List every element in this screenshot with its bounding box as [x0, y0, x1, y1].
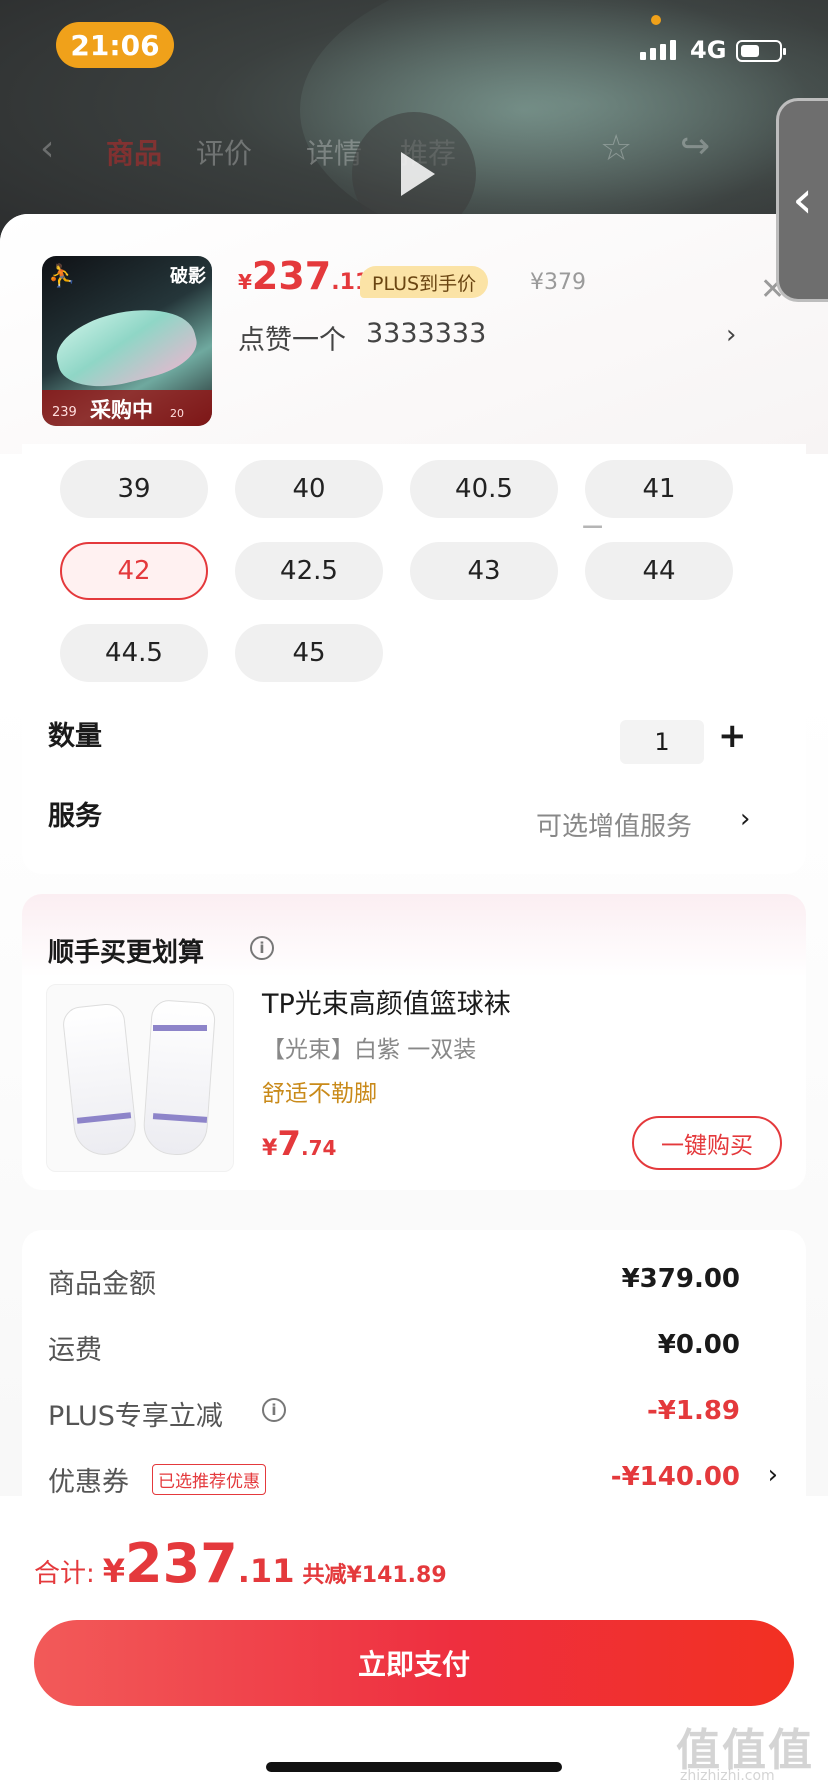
- cross-sell-title: 顺手买更划算: [48, 938, 205, 968]
- size-option-selected[interactable]: 42: [60, 542, 208, 600]
- price-integer: 237: [251, 254, 332, 298]
- tab-product[interactable]: 商品: [106, 132, 162, 172]
- status-time: 21:06: [56, 22, 174, 68]
- shipping-value: ¥0.00: [657, 1330, 740, 1360]
- sock-stripe: [153, 1025, 207, 1031]
- service-value[interactable]: 可选增值服务: [536, 806, 692, 843]
- coupon-value[interactable]: -¥140.00: [611, 1462, 740, 1492]
- cross-sell-price-decimal: .74: [300, 1136, 337, 1160]
- cross-sell-name[interactable]: TP光束高颜值篮球袜: [262, 982, 511, 1021]
- quantity-decrease-button[interactable]: −: [580, 509, 605, 544]
- favorite-icon[interactable]: ☆: [600, 128, 632, 169]
- spec-label-a: 点赞一个: [238, 325, 346, 356]
- total-savings: 共减¥141.89: [302, 1563, 447, 1588]
- sock-right-shape: [141, 998, 217, 1158]
- selected-spec[interactable]: 点赞一个 3333333: [238, 318, 486, 357]
- size-option[interactable]: 39: [60, 460, 208, 518]
- cross-sell-feature: 舒适不勒脚: [262, 1081, 377, 1107]
- total-decimal: .11: [237, 1552, 295, 1590]
- sock-left-shape: [61, 1002, 139, 1158]
- chevron-right-icon[interactable]: ›: [740, 804, 750, 834]
- plus-discount-label: PLUS专享立减: [48, 1401, 223, 1432]
- privacy-indicator: [651, 15, 661, 25]
- sock-image[interactable]: [46, 984, 234, 1172]
- shoe-image: [49, 296, 203, 398]
- info-icon[interactable]: i: [250, 936, 274, 960]
- cross-sell-price-integer: 7: [277, 1124, 301, 1164]
- status-bar: 21:06 4G: [0, 0, 828, 92]
- coupon-label: 优惠券: [48, 1467, 129, 1498]
- price-currency: ¥: [238, 270, 252, 294]
- total-label: 合计:: [34, 1559, 95, 1589]
- battery-level: [741, 45, 759, 57]
- cross-sell-spec: 【光束】白紫 一双装: [262, 1037, 477, 1063]
- thumb-badge: 采购中: [90, 398, 153, 422]
- signal-icon: [640, 40, 676, 60]
- one-click-buy-button[interactable]: 一键购买: [632, 1116, 782, 1170]
- pay-now-button[interactable]: 立即支付: [34, 1620, 794, 1706]
- product-thumbnail[interactable]: ⛹ 破影 239 20 采购中: [42, 256, 212, 426]
- total-integer: 237: [125, 1532, 238, 1595]
- brand-logo-icon: ⛹: [48, 264, 76, 289]
- chevron-right-icon[interactable]: ›: [726, 320, 736, 350]
- network-type: 4G: [690, 36, 727, 64]
- total-amount: 合计: ¥ 237 .11 共减¥141.89: [34, 1532, 447, 1595]
- thumb-price-left: 239: [52, 405, 77, 420]
- checkout-bar: 合计: ¥ 237 .11 共减¥141.89 立即支付 值值值 zhizhiz…: [0, 1496, 828, 1792]
- thumb-price-right: 20: [170, 407, 184, 420]
- size-option[interactable]: 43: [410, 542, 558, 600]
- size-option[interactable]: 41: [585, 460, 733, 518]
- product-price: ¥ 237 .11: [238, 254, 370, 304]
- coupon-tag: 已选推荐优惠: [152, 1464, 266, 1495]
- original-price: ¥379: [530, 270, 586, 295]
- size-option[interactable]: 45: [235, 624, 383, 682]
- chevron-right-icon[interactable]: ›: [768, 1460, 778, 1490]
- size-option[interactable]: 40.5: [410, 460, 558, 518]
- quantity-label: 数量: [48, 721, 102, 752]
- back-icon[interactable]: ‹: [40, 128, 54, 169]
- tab-reviews[interactable]: 评价: [196, 132, 252, 172]
- size-option[interactable]: 44.5: [60, 624, 208, 682]
- quantity-stepper[interactable]: 1: [620, 720, 704, 764]
- info-icon[interactable]: i: [262, 1398, 286, 1422]
- total-currency: ¥: [102, 1552, 126, 1590]
- thumb-title: 破影: [170, 266, 206, 287]
- shipping-label: 运费: [48, 1335, 102, 1366]
- size-option[interactable]: 40: [235, 460, 383, 518]
- goods-amount-value: ¥379.00: [621, 1264, 740, 1294]
- plus-discount-value: -¥1.89: [646, 1396, 740, 1426]
- home-indicator[interactable]: [266, 1762, 562, 1772]
- battery-icon: [736, 40, 786, 62]
- size-option[interactable]: 42.5: [235, 542, 383, 600]
- cross-sell-price-currency: ¥: [262, 1136, 278, 1161]
- spec-label-b: 3333333: [366, 318, 487, 349]
- cross-sell-price: ¥ 7 .74: [262, 1124, 336, 1164]
- watermark-url: zhizhizhi.com: [680, 1768, 775, 1784]
- thumb-price-bar: 239 20 采购中: [42, 390, 212, 426]
- service-label: 服务: [48, 801, 102, 832]
- plus-price-tag: PLUS到手价: [360, 266, 489, 298]
- size-option[interactable]: 44: [585, 542, 733, 600]
- share-icon[interactable]: ↪: [680, 126, 710, 167]
- price-breakdown-card: 商品金额 ¥379.00 运费 ¥0.00 PLUS专享立减 i -¥1.89 …: [22, 1230, 806, 1530]
- sheet-header: ⛹ 破影 239 20 采购中 ¥ 237 .11 PLUS到手价 ¥379 ✕…: [0, 214, 828, 454]
- cross-sell-card: 顺手买更划算 i TP光束高颜值篮球袜 【光束】白紫 一双装 舒适不勒脚 ¥ 7…: [22, 894, 806, 1190]
- goods-amount-label: 商品金额: [48, 1269, 156, 1300]
- side-panel-handle[interactable]: ‹: [776, 98, 828, 302]
- quantity-increase-button[interactable]: +: [718, 716, 747, 756]
